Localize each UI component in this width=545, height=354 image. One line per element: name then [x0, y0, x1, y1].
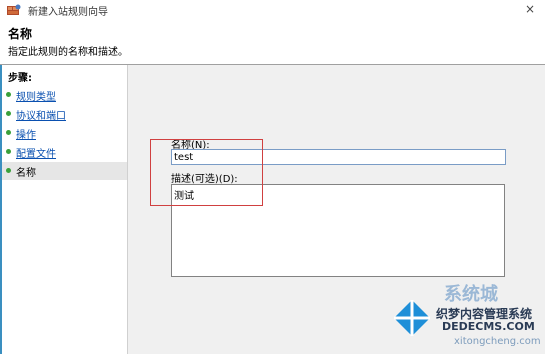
step-label[interactable]: 协议和端口: [16, 107, 66, 122]
steps-sidebar: 步骤: 规则类型 协议和端口 操作 配置文件 名称: [2, 65, 127, 354]
page-subtitle: 指定此规则的名称和描述。: [8, 47, 128, 58]
window-title: 新建入站规则向导: [28, 7, 108, 18]
step-label[interactable]: 规则类型: [16, 88, 56, 103]
watermark-site-url: xitongcheng.com: [454, 336, 541, 347]
steps-heading: 步骤:: [8, 73, 32, 84]
step-action[interactable]: 操作: [2, 124, 127, 142]
firewall-wizard-icon: [7, 4, 21, 15]
site-watermark: 系统城 织梦内容管理系统 DEDECMS.COM xitongcheng.com: [392, 278, 545, 354]
step-protocol-and-ports[interactable]: 协议和端口: [2, 105, 127, 123]
step-label: 名称: [16, 168, 36, 179]
wizard-header: 名称 指定此规则的名称和描述。: [0, 21, 545, 64]
annotation-highlight-box: [150, 139, 263, 206]
step-label[interactable]: 操作: [16, 126, 36, 141]
step-status-dot-icon: [6, 92, 11, 97]
step-status-dot-icon: [6, 149, 11, 154]
step-profile[interactable]: 配置文件: [2, 143, 127, 161]
watermark-cms-domain: DEDECMS.COM: [442, 320, 535, 333]
page-title: 名称: [8, 27, 33, 41]
title-bar: 新建入站规则向导 ×: [0, 0, 545, 21]
windows-logo-icon: [394, 300, 430, 336]
step-status-dot-icon: [6, 130, 11, 135]
close-icon: ×: [524, 2, 536, 16]
watermark-brand: 系统城: [444, 284, 498, 305]
step-label[interactable]: 配置文件: [16, 145, 56, 160]
step-status-dot-icon: [6, 168, 11, 173]
step-name[interactable]: 名称: [2, 162, 127, 180]
step-rule-type[interactable]: 规则类型: [2, 86, 127, 104]
step-status-dot-icon: [6, 111, 11, 116]
close-button[interactable]: ×: [515, 0, 545, 21]
